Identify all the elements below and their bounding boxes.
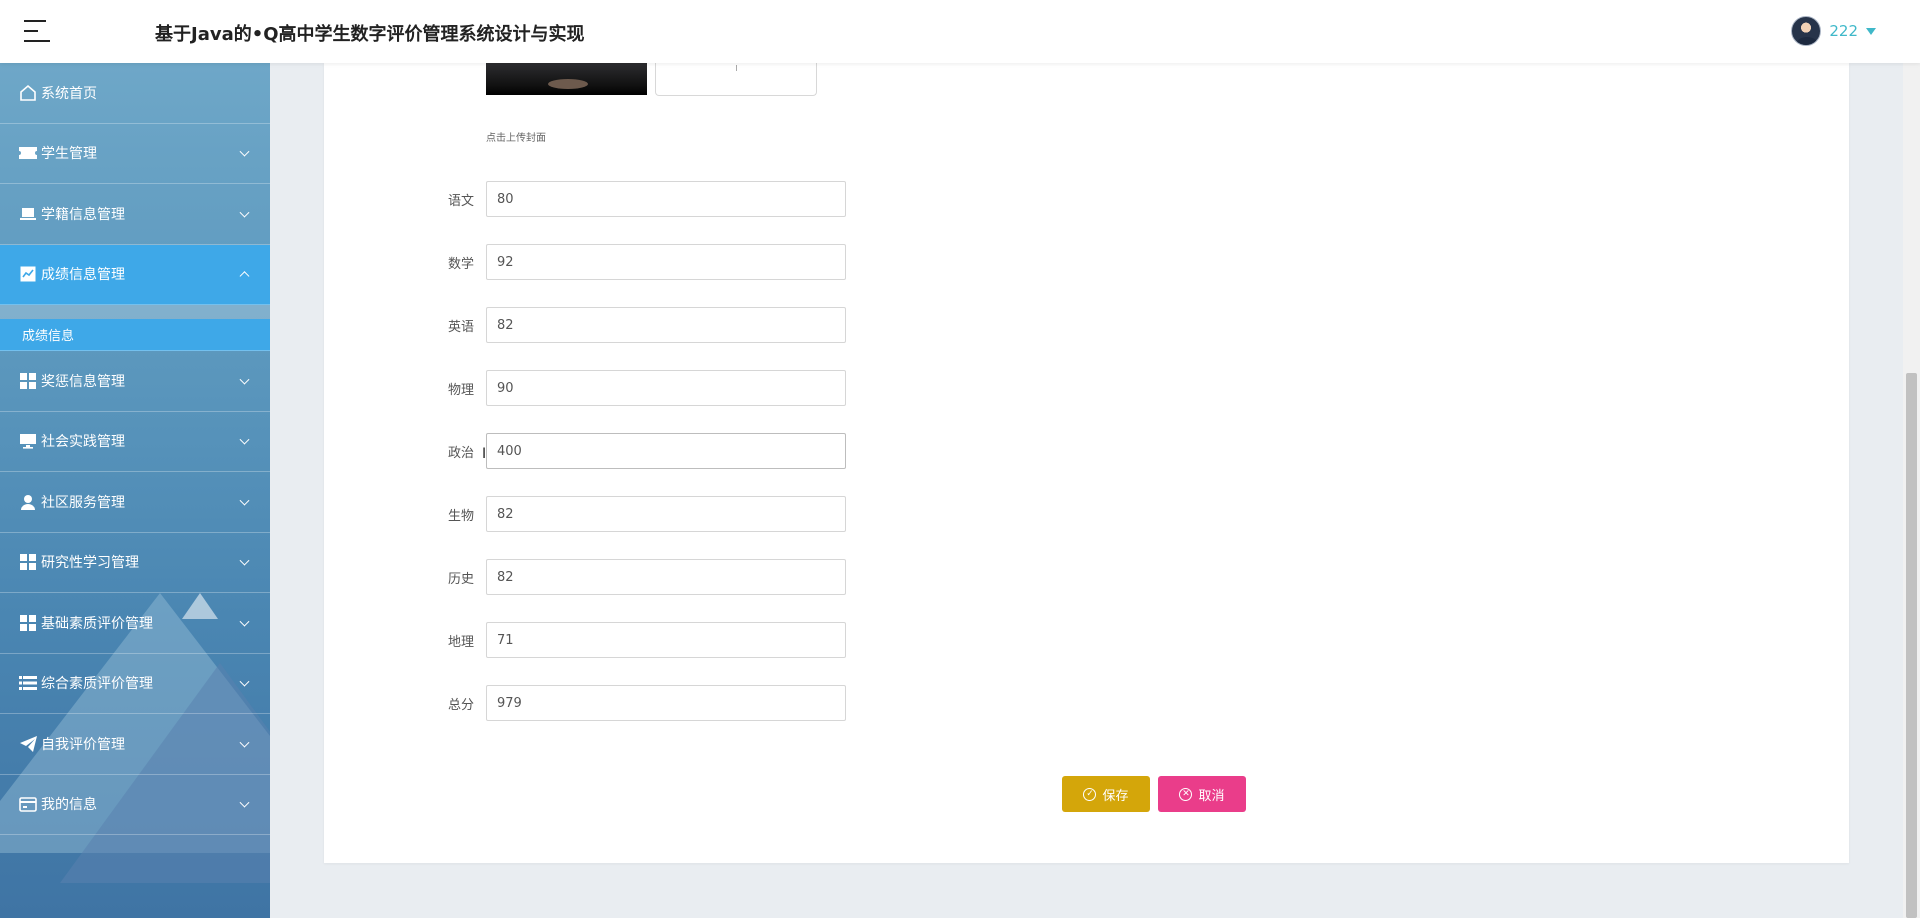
- chevron-down-icon: [239, 495, 250, 506]
- chevron-down-icon: [239, 676, 250, 687]
- field-label: 地理: [448, 634, 475, 650]
- chevron-down-icon: [239, 374, 250, 385]
- laptop-icon: [18, 205, 38, 223]
- form-row-total: 总分: [448, 685, 846, 721]
- monitor-icon: [18, 432, 38, 450]
- english-score-input[interactable]: [486, 307, 846, 343]
- sidebar-item-home[interactable]: 系统首页: [0, 63, 270, 124]
- sidebar: 系统首页 学生管理 学籍信息管理 成绩信息管理 成绩信息 奖惩信息管理 社会实践…: [0, 63, 270, 918]
- field-label: 历史: [448, 571, 475, 587]
- cover-image-preview[interactable]: [486, 63, 647, 95]
- edit-form-card: 点击上传封面 语文 数学 英语 物理 政治 生物 历史 地理 总分 I ✓ 保存: [324, 63, 1849, 863]
- sidebar-item-research-learning[interactable]: 研究性学习管理: [0, 533, 270, 593]
- cancel-button[interactable]: ✕ 取消: [1158, 776, 1246, 812]
- sidebar-item-label: 学籍信息管理: [41, 206, 125, 223]
- form-row-english: 英语: [448, 307, 846, 343]
- field-label: 数学: [448, 256, 475, 272]
- sidebar-item-rewards[interactable]: 奖惩信息管理: [0, 351, 270, 412]
- sidebar-item-label: 综合素质评价管理: [41, 676, 153, 693]
- save-button-label: 保存: [1102, 788, 1129, 804]
- grid-icon: [18, 614, 38, 632]
- chevron-down-icon: [239, 207, 250, 218]
- field-label: 政治: [448, 445, 475, 461]
- sidebar-item-label: 学生管理: [41, 146, 97, 163]
- user-menu[interactable]: 222: [1791, 16, 1876, 46]
- user-name[interactable]: 222: [1829, 22, 1858, 40]
- form-row-biology: 生物: [448, 496, 846, 532]
- sidebar-item-label: 成绩信息管理: [41, 267, 125, 284]
- sidebar-item-label: 社区服务管理: [41, 494, 125, 511]
- field-label: 语文: [448, 193, 475, 209]
- sidebar-item-label: 我的信息: [41, 797, 97, 814]
- save-button[interactable]: ✓ 保存: [1062, 776, 1150, 812]
- chevron-down-icon: [239, 434, 250, 445]
- app-title: 基于Java的•Q高中学生数字评价管理系统设计与实现: [155, 24, 585, 45]
- page-scrollbar[interactable]: [1903, 63, 1920, 918]
- cancel-button-label: 取消: [1198, 788, 1225, 804]
- sidebar-subitem-grade-info[interactable]: 成绩信息: [0, 319, 270, 351]
- caret-down-icon[interactable]: [1866, 27, 1876, 35]
- field-label: 英语: [448, 319, 475, 335]
- math-score-input[interactable]: [486, 244, 846, 280]
- scrollbar-thumb[interactable]: [1906, 373, 1917, 918]
- chart-icon: [18, 265, 38, 283]
- field-label: 物理: [448, 382, 475, 398]
- check-circle-icon: ✓: [1083, 787, 1097, 801]
- wallet-icon: [18, 795, 38, 813]
- chevron-down-icon: [239, 555, 250, 566]
- sidebar-item-label: 社会实践管理: [41, 434, 125, 451]
- sidebar-item-comprehensive-quality[interactable]: 综合素质评价管理: [0, 654, 270, 714]
- history-score-input[interactable]: [486, 559, 846, 595]
- form-row-physics: 物理: [448, 370, 846, 406]
- sidebar-item-label: 研究性学习管理: [41, 555, 139, 572]
- sidebar-item-grades[interactable]: 成绩信息管理: [0, 244, 270, 305]
- field-label: 生物: [448, 508, 475, 524]
- top-header: 基于Java的•Q高中学生数字评价管理系统设计与实现 222: [0, 0, 1920, 63]
- home-icon: [18, 84, 38, 102]
- sidebar-item-label: 自我评价管理: [41, 736, 125, 753]
- sidebar-item-label: 基础素质评价管理: [41, 615, 153, 632]
- sidebar-item-enrollment[interactable]: 学籍信息管理: [0, 184, 270, 245]
- chevron-up-icon: [239, 271, 250, 282]
- physics-score-input[interactable]: [486, 370, 846, 406]
- form-row-history: 历史: [448, 559, 846, 595]
- total-score-input[interactable]: [486, 685, 846, 721]
- chinese-score-input[interactable]: [486, 181, 846, 217]
- ticket-icon: [18, 144, 38, 162]
- text-cursor-icon: I: [482, 446, 487, 462]
- sidebar-item-self-evaluation[interactable]: 自我评价管理: [0, 714, 270, 775]
- chevron-down-icon: [239, 146, 250, 157]
- paper-plane-icon: [18, 735, 38, 753]
- field-label: 总分: [448, 697, 475, 713]
- menu-toggle-icon[interactable]: [24, 20, 50, 42]
- list-icon: [18, 674, 38, 692]
- sidebar-item-community-service[interactable]: 社区服务管理: [0, 472, 270, 533]
- sidebar-item-social-practice[interactable]: 社会实践管理: [0, 412, 270, 472]
- avatar[interactable]: [1791, 16, 1822, 46]
- sidebar-item-label: 奖惩信息管理: [41, 373, 125, 390]
- close-circle-icon: ✕: [1179, 787, 1193, 801]
- sidebar-item-label: 系统首页: [41, 85, 97, 102]
- chevron-down-icon: [239, 616, 250, 627]
- upload-cover-button[interactable]: [655, 63, 817, 96]
- user-icon: [18, 493, 38, 511]
- form-row-geography: 地理: [448, 622, 846, 658]
- sidebar-item-my-info[interactable]: 我的信息: [0, 775, 270, 835]
- grid-icon: [18, 372, 38, 390]
- grid-icon: [18, 553, 38, 571]
- upload-hint: 点击上传封面: [486, 133, 546, 144]
- geography-score-input[interactable]: [486, 622, 846, 658]
- biology-score-input[interactable]: [486, 496, 846, 532]
- sidebar-item-students[interactable]: 学生管理: [0, 124, 270, 184]
- chevron-down-icon: [239, 737, 250, 748]
- form-row-chinese: 语文: [448, 181, 846, 217]
- politics-score-input[interactable]: [486, 433, 846, 469]
- sidebar-item-basic-quality[interactable]: 基础素质评价管理: [0, 593, 270, 654]
- form-row-politics: 政治: [448, 433, 846, 469]
- form-row-math: 数学: [448, 244, 846, 280]
- chevron-down-icon: [239, 797, 250, 808]
